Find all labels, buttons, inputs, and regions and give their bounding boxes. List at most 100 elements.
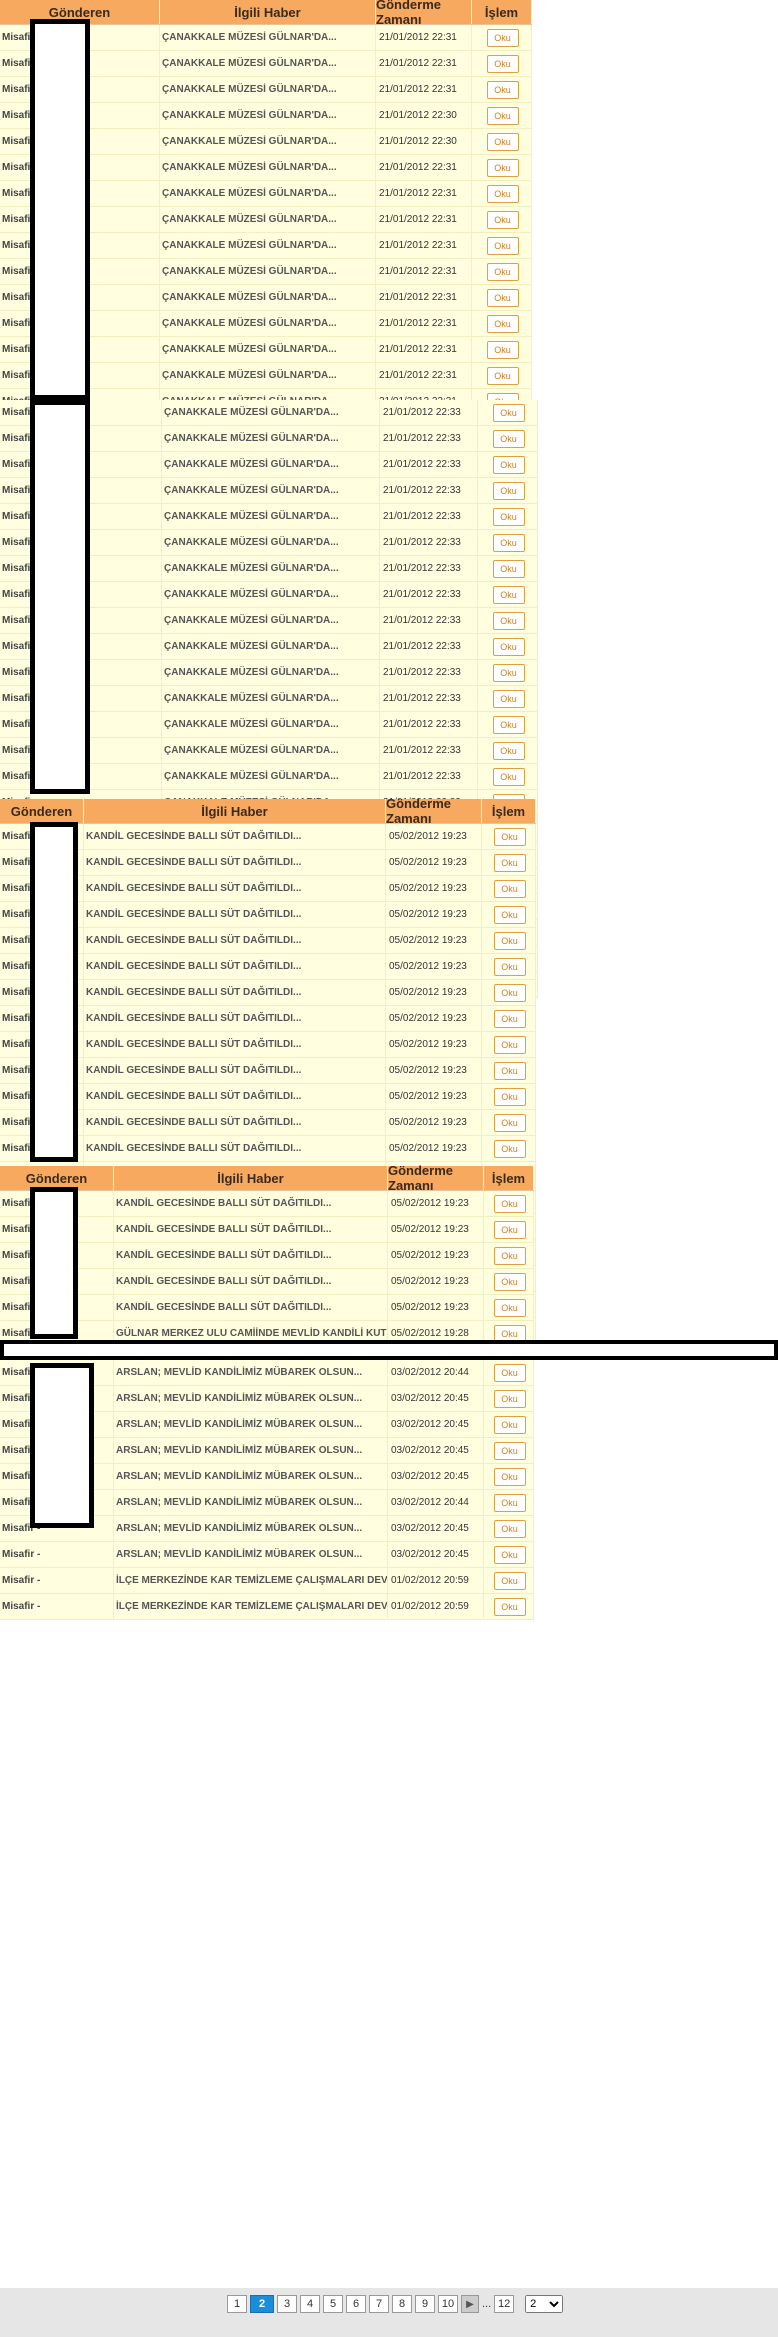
read-button[interactable]: Oku [492, 507, 525, 526]
page-link[interactable]: 5 [323, 2295, 343, 2313]
news-title-cell: ÇANAKKALE MÜZESİ GÜLNAR'DA... [160, 77, 376, 102]
read-button[interactable]: Oku [486, 80, 519, 99]
read-button[interactable]: Oku [493, 1467, 526, 1486]
page-link[interactable]: 1 [227, 2295, 247, 2313]
read-button[interactable]: Oku [493, 1493, 526, 1512]
read-button[interactable]: Oku [486, 340, 519, 359]
read-button[interactable]: Oku [486, 106, 519, 125]
read-button[interactable]: Oku [486, 54, 519, 73]
action-cell: Oku [482, 876, 536, 901]
read-button[interactable]: Oku [486, 288, 519, 307]
page-link[interactable]: 7 [369, 2295, 389, 2313]
action-cell: Oku [484, 1412, 534, 1437]
page-link-last[interactable]: 12 [494, 2295, 515, 2313]
sent-time-cell: 21/01/2012 22:33 [380, 712, 478, 737]
read-button[interactable]: Oku [493, 1298, 526, 1317]
read-button[interactable]: Oku [492, 741, 525, 760]
read-button[interactable]: Oku [493, 1061, 526, 1080]
read-button[interactable]: Oku [493, 983, 526, 1002]
pagination-bar: 1 2 3 4 5 6 7 8 9 10 ▶... 12 2 [0, 2288, 778, 2337]
read-button[interactable]: Oku [492, 663, 525, 682]
read-button[interactable]: Oku [493, 1272, 526, 1291]
action-cell: Oku [484, 1438, 534, 1463]
read-button[interactable]: Oku [492, 767, 525, 786]
news-title-cell: ÇANAKKALE MÜZESİ GÜLNAR'DA... [160, 363, 376, 388]
read-button[interactable]: Oku [493, 1441, 526, 1460]
next-page-icon[interactable]: ▶ [461, 2295, 479, 2313]
read-button[interactable]: Oku [493, 1415, 526, 1434]
table-header: Gönderen İlgili Haber Gönderme Zamanı İşlem [0, 796, 536, 826]
read-button[interactable]: Oku [493, 1545, 526, 1564]
action-cell: Oku [472, 181, 532, 206]
read-button[interactable]: Oku [486, 366, 519, 385]
read-button[interactable]: Oku [486, 184, 519, 203]
page-link[interactable]: 9 [415, 2295, 435, 2313]
read-button[interactable]: Oku [493, 1220, 526, 1239]
read-button[interactable]: Oku [493, 853, 526, 872]
news-title-cell: KANDİL GECESİNDE BALLI SÜT DAĞITILDI... [114, 1269, 388, 1294]
sent-time-cell: 21/01/2012 22:31 [376, 77, 472, 102]
read-button[interactable]: Oku [492, 455, 525, 474]
action-cell: Oku [478, 426, 538, 451]
header-time: Gönderme Zamanı [386, 796, 482, 826]
news-title-cell: KANDİL GECESİNDE BALLI SÜT DAĞITILDI... [114, 1243, 388, 1268]
action-cell: Oku [482, 1032, 536, 1057]
page-link[interactable]: 4 [300, 2295, 320, 2313]
read-button[interactable]: Oku [492, 559, 525, 578]
read-button[interactable]: Oku [493, 957, 526, 976]
sent-time-cell: 05/02/2012 19:23 [386, 1006, 482, 1031]
read-button[interactable]: Oku [486, 262, 519, 281]
table-row: Misafir -KANDİL GECESİNDE BALLI SÜT DAĞI… [0, 902, 536, 928]
read-button[interactable]: Oku [492, 585, 525, 604]
read-button[interactable]: Oku [486, 210, 519, 229]
read-button[interactable]: Oku [493, 1571, 526, 1590]
read-button[interactable]: Oku [493, 1363, 526, 1382]
read-button[interactable]: Oku [493, 1087, 526, 1106]
read-button[interactable]: Oku [486, 28, 519, 47]
read-button[interactable]: Oku [492, 689, 525, 708]
read-button[interactable]: Oku [492, 611, 525, 630]
page-link[interactable]: 3 [277, 2295, 297, 2313]
news-title-cell: ARSLAN; MEVLİD KANDİLİMİZ MÜBAREK OLSUN.… [114, 1490, 388, 1515]
read-button[interactable]: Oku [493, 1246, 526, 1265]
read-button[interactable]: Oku [492, 637, 525, 656]
sent-time-cell: 21/01/2012 22:31 [376, 155, 472, 180]
action-cell: Oku [472, 129, 532, 154]
read-button[interactable]: Oku [493, 879, 526, 898]
read-button[interactable]: Oku [493, 1113, 526, 1132]
read-button[interactable]: Oku [486, 158, 519, 177]
read-button[interactable]: Oku [493, 1519, 526, 1538]
sent-time-cell: 21/01/2012 22:33 [380, 400, 478, 425]
read-button[interactable]: Oku [486, 132, 519, 151]
read-button[interactable]: Oku [492, 403, 525, 422]
page-link[interactable]: 6 [346, 2295, 366, 2313]
table-row: Misafir -KANDİL GECESİNDE BALLI SÜT DAĞI… [0, 1191, 534, 1217]
read-button[interactable]: Oku [493, 1389, 526, 1408]
sent-time-cell: 05/02/2012 19:23 [386, 1136, 482, 1161]
sent-time-cell: 21/01/2012 22:31 [376, 259, 472, 284]
read-button[interactable]: Oku [493, 905, 526, 924]
read-button[interactable]: Oku [493, 1009, 526, 1028]
news-title-cell: ÇANAKKALE MÜZESİ GÜLNAR'DA... [162, 452, 380, 477]
sent-time-cell: 21/01/2012 22:33 [380, 556, 478, 581]
read-button[interactable]: Oku [493, 1597, 526, 1616]
action-cell: Oku [478, 660, 538, 685]
read-button[interactable]: Oku [493, 1139, 526, 1158]
page-link[interactable]: 8 [392, 2295, 412, 2313]
read-button[interactable]: Oku [493, 1194, 526, 1213]
action-cell: Oku [472, 103, 532, 128]
page-select[interactable]: 2 [525, 2295, 564, 2313]
read-button[interactable]: Oku [492, 481, 525, 500]
read-button[interactable]: Oku [493, 931, 526, 950]
page-link[interactable]: 10 [438, 2295, 458, 2313]
read-button[interactable]: Oku [493, 827, 526, 846]
action-cell: Oku [482, 1136, 536, 1161]
read-button[interactable]: Oku [486, 236, 519, 255]
read-button[interactable]: Oku [492, 429, 525, 448]
read-button[interactable]: Oku [492, 533, 525, 552]
read-button[interactable]: Oku [492, 715, 525, 734]
page-current[interactable]: 2 [250, 2295, 274, 2313]
news-title-cell: KANDİL GECESİNDE BALLI SÜT DAĞITILDI... [84, 1084, 386, 1109]
read-button[interactable]: Oku [493, 1035, 526, 1054]
read-button[interactable]: Oku [486, 314, 519, 333]
